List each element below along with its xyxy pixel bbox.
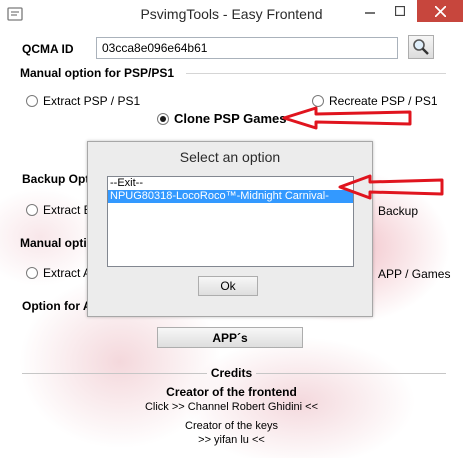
close-button[interactable] [417,0,463,22]
app-games-right-label: APP / Games [378,267,451,281]
radio-indicator [26,95,38,107]
recreate-psp-label: Recreate PSP / PS1 [329,94,438,108]
extract-app-label: Extract A [43,266,92,280]
qcma-id-label: QCMA ID [22,42,74,56]
radio-indicator [26,267,38,279]
frontend-creator-heading: Creator of the frontend [166,385,297,399]
keys-creator-link[interactable]: >> yifan lu << [0,434,463,446]
extract-backup-radio[interactable]: Extract B [26,203,92,217]
extract-backup-label: Extract B [43,203,92,217]
main-window: PsvimgTools - Easy Frontend QCMA ID Manu… [0,0,463,458]
list-item-exit[interactable]: --Exit-- [108,177,353,190]
backup-section-title: Backup Opt [22,172,90,186]
search-button[interactable] [408,35,434,59]
minimize-icon [365,12,375,14]
extract-app-radio[interactable]: Extract A [26,266,91,280]
clone-psp-label: Clone PSP Games [174,111,287,126]
clone-psp-radio[interactable]: Clone PSP Games [157,111,286,126]
extract-psp-label: Extract PSP / PS1 [43,94,141,108]
maximize-icon [395,6,405,16]
magnifier-icon [413,39,429,55]
ok-button[interactable]: Ok [198,276,258,296]
backup-right-label: Backup [378,204,419,218]
psp-group-border [186,73,446,74]
extract-psp-radio[interactable]: Extract PSP / PS1 [26,94,140,108]
radio-indicator [312,95,324,107]
maximize-button[interactable] [386,0,414,22]
close-icon [434,5,446,17]
keys-creator-heading: Creator of the keys [185,420,278,432]
radio-indicator-checked [157,112,169,125]
frontend-creator-link[interactable]: Click >> Channel Robert Ghidini << [0,401,463,413]
radio-indicator [26,204,38,216]
recreate-psp-radio[interactable]: Recreate PSP / PS1 [312,94,438,108]
option-section-title: Option for A [22,299,92,313]
dialog-title: Select an option [179,149,281,165]
qcma-id-field[interactable] [96,37,398,59]
annotation-arrow-icon [282,106,412,130]
manual-section-title: Manual optio [20,236,94,250]
minimize-button[interactable] [356,0,384,22]
apps-button[interactable]: APP´s [157,327,303,348]
psp-section-title: Manual option for PSP/PS1 [20,66,175,80]
credits-title: Credits [210,366,253,380]
title-bar: PsvimgTools - Easy Frontend [0,0,463,30]
select-option-dialog: Select an option --Exit-- NPUG80318-Loco… [87,141,373,317]
list-item-game[interactable]: NPUG80318-LocoRoco™-Midnight Carnival- [108,190,353,203]
options-listbox[interactable]: --Exit-- NPUG80318-LocoRoco™-Midnight Ca… [107,176,354,267]
